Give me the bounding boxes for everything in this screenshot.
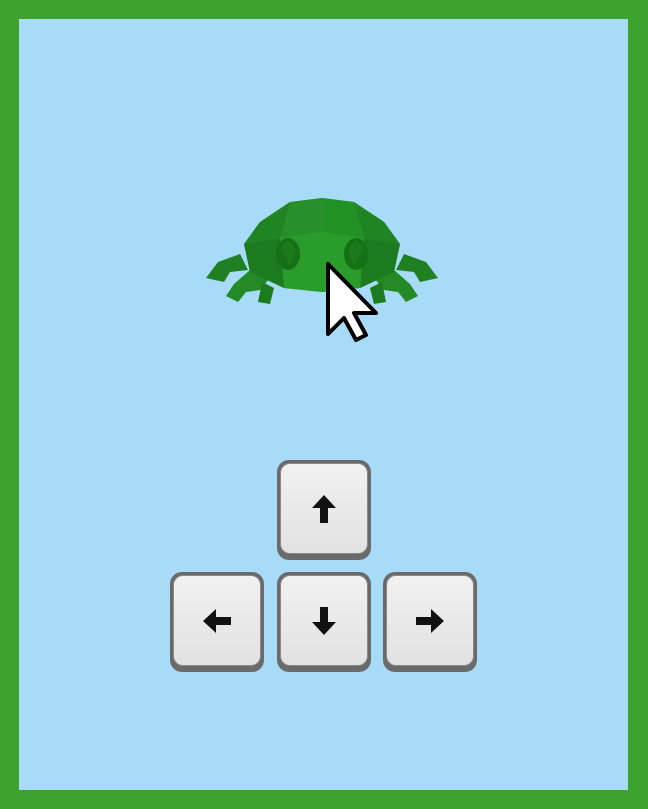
- arrow-down-icon: [312, 606, 336, 635]
- down-arrow-key-face: [280, 575, 368, 666]
- arrow-right-icon: [416, 608, 444, 633]
- right-arrow-key-face: [386, 575, 474, 666]
- up-arrow-key[interactable]: [277, 460, 371, 560]
- water-area: [19, 19, 628, 790]
- down-arrow-key[interactable]: [277, 572, 371, 672]
- game-border: [0, 0, 648, 809]
- mouse-pointer-icon: [326, 262, 378, 342]
- up-arrow-key-face: [280, 463, 368, 554]
- arrow-left-icon: [203, 608, 231, 633]
- arrow-up-icon: [312, 494, 336, 523]
- left-arrow-key-face: [173, 575, 261, 666]
- left-arrow-key[interactable]: [170, 572, 264, 672]
- right-arrow-key[interactable]: [383, 572, 477, 672]
